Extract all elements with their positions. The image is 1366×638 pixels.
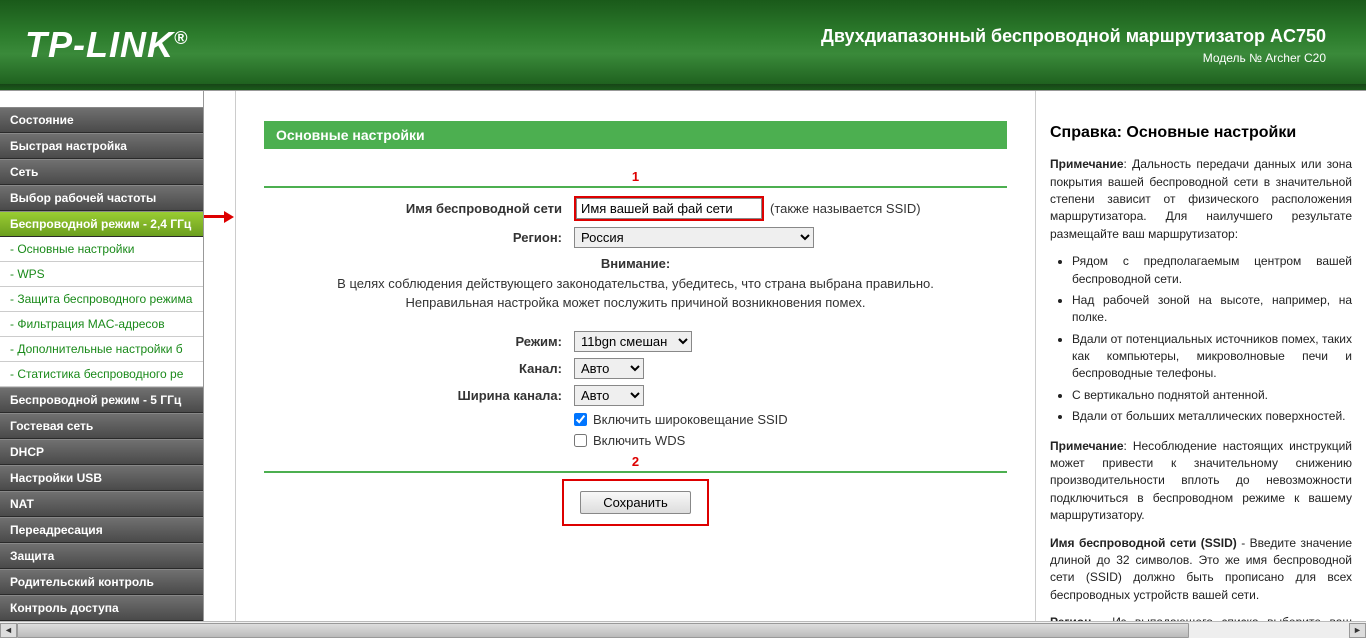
logo-reg: ® (174, 28, 188, 48)
device-model: Модель № Archer C20 (821, 51, 1326, 65)
divider-column (204, 91, 236, 638)
label-attention: Внимание: (601, 256, 670, 271)
select-width[interactable]: Авто (574, 385, 644, 406)
device-title: Двухдиапазонный беспроводной маршрутизат… (821, 26, 1326, 47)
help-panel: Справка: Основные настройки Примечание: … (1036, 91, 1366, 638)
sidebar-item[interactable]: Беспроводной режим - 2,4 ГГц (0, 211, 203, 237)
sidebar-sub-item[interactable]: - Фильтрация MAC-адресов (0, 312, 203, 337)
help-note-2: Примечание (1050, 439, 1124, 453)
checkbox-broadcast[interactable] (574, 413, 587, 426)
sidebar-item[interactable]: Родительский контроль (0, 569, 203, 595)
help-bullets: Рядом с предполагаемым центром вашей бес… (1050, 253, 1352, 426)
help-bullet: Рядом с предполагаемым центром вашей бес… (1072, 253, 1352, 288)
attention-block: Внимание: В целях соблюдения действующег… (264, 254, 1007, 313)
label-wds: Включить WDS (593, 433, 685, 448)
scroll-left-button[interactable]: ◄ (0, 623, 17, 638)
label-mode: Режим: (264, 334, 574, 349)
help-note-1: Примечание (1050, 157, 1124, 171)
select-channel[interactable]: Авто (574, 358, 644, 379)
sidebar: СостояниеБыстрая настройкаСетьВыбор рабо… (0, 91, 204, 638)
separator-line-1 (264, 186, 1007, 188)
sidebar-item[interactable]: Беспроводной режим - 5 ГГц (0, 387, 203, 413)
annotation-marker-1: 1 (264, 169, 1007, 184)
help-bullet: Вдали от потенциальных источников помех,… (1072, 331, 1352, 383)
row-channel: Канал: Авто (264, 358, 1007, 379)
logo-text: TP-LINK (25, 24, 174, 65)
row-ssid: Имя беспроводной сети (также называется … (264, 196, 1007, 221)
checkbox-wds[interactable] (574, 434, 587, 447)
sidebar-item[interactable]: Сеть (0, 159, 203, 185)
sidebar-sub-item[interactable]: - Защита беспроводного режима (0, 287, 203, 312)
row-region: Регион: Россия (264, 227, 1007, 248)
save-button[interactable]: Сохранить (580, 491, 691, 514)
app-header: TP-LINK® Двухдиапазонный беспроводной ма… (0, 0, 1366, 90)
select-region[interactable]: Россия (574, 227, 814, 248)
sidebar-sub-item[interactable]: - Статистика беспроводного ре (0, 362, 203, 387)
sidebar-item[interactable]: Состояние (0, 107, 203, 133)
label-region: Регион: (264, 230, 574, 245)
select-mode[interactable]: 11bgn смешан (574, 331, 692, 352)
help-ssid-bold: Имя беспроводной сети (SSID) (1050, 536, 1237, 550)
sidebar-item[interactable]: Быстрая настройка (0, 133, 203, 159)
highlight-ssid (574, 196, 764, 221)
label-width: Ширина канала: (264, 388, 574, 403)
help-title: Справка: Основные настройки (1050, 121, 1352, 144)
label-channel: Канал: (264, 361, 574, 376)
input-ssid[interactable] (576, 198, 762, 219)
help-bullet: С вертикально поднятой антенной. (1072, 387, 1352, 404)
row-broadcast: Включить широковещание SSID (264, 412, 1007, 427)
hint-ssid: (также называется SSID) (770, 201, 921, 216)
sidebar-item[interactable]: DHCP (0, 439, 203, 465)
annotation-marker-2: 2 (264, 454, 1007, 469)
highlight-save: Сохранить (562, 479, 709, 526)
row-width: Ширина канала: Авто (264, 385, 1007, 406)
panel-title: Основные настройки (264, 121, 1007, 149)
sidebar-item[interactable]: Переадресация (0, 517, 203, 543)
attention-text-1: В целях соблюдения действующего законода… (337, 276, 934, 291)
help-bullet: Вдали от больших металлических поверхнос… (1072, 408, 1352, 425)
row-wds: Включить WDS (264, 433, 1007, 448)
bottom-scrollbar[interactable]: ◄ ► (0, 621, 1366, 638)
row-mode: Режим: 11bgn смешан (264, 331, 1007, 352)
main-panel: Основные настройки 1 Имя беспроводной се… (236, 91, 1036, 638)
label-ssid: Имя беспроводной сети (264, 201, 574, 216)
header-right: Двухдиапазонный беспроводной маршрутизат… (821, 26, 1326, 65)
separator-line-2 (264, 471, 1007, 473)
sidebar-sub-item[interactable]: - WPS (0, 262, 203, 287)
help-bullet: Над рабочей зоной на высоте, например, н… (1072, 292, 1352, 327)
sidebar-item[interactable]: NAT (0, 491, 203, 517)
brand-logo: TP-LINK® (25, 24, 188, 66)
scroll-right-button[interactable]: ► (1349, 623, 1366, 638)
sidebar-sub-item[interactable]: - Основные настройки (0, 237, 203, 262)
attention-text-2: Неправильная настройка может послужить п… (405, 295, 865, 310)
sidebar-sub-item[interactable]: - Дополнительные настройки б (0, 337, 203, 362)
sidebar-item[interactable]: Гостевая сеть (0, 413, 203, 439)
sidebar-item[interactable]: Выбор рабочей частоты (0, 185, 203, 211)
label-broadcast: Включить широковещание SSID (593, 412, 788, 427)
scroll-track[interactable] (17, 623, 1349, 638)
sidebar-item[interactable]: Настройки USB (0, 465, 203, 491)
scroll-thumb[interactable] (17, 623, 1189, 638)
sidebar-item[interactable]: Защита (0, 543, 203, 569)
sidebar-item[interactable]: Контроль доступа (0, 595, 203, 621)
